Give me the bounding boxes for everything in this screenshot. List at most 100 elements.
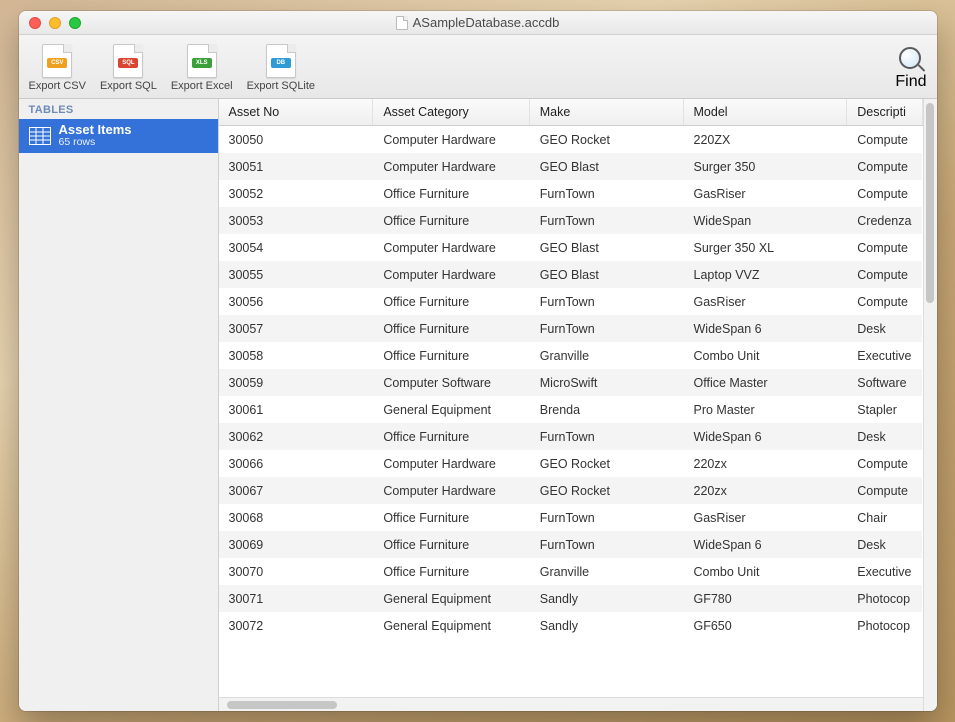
- table-cell: 30054: [219, 234, 373, 261]
- table-cell: Compute: [847, 153, 922, 180]
- horizontal-scrollbar-thumb[interactable]: [227, 701, 337, 709]
- table-cell: Office Furniture: [373, 558, 529, 585]
- export-sqlite-button[interactable]: DB Export SQLite: [247, 44, 315, 92]
- table-cell: Desk: [847, 423, 922, 450]
- app-window: ASampleDatabase.accdb CSV Export CSV SQL…: [19, 11, 937, 711]
- table-cell: Surger 350: [683, 153, 847, 180]
- table-cell: Sandly: [529, 612, 683, 639]
- table-cell: Surger 350 XL: [683, 234, 847, 261]
- table-cell: Executive: [847, 342, 922, 369]
- export-sqlite-label: Export SQLite: [247, 80, 315, 92]
- table-cell: Sandly: [529, 585, 683, 612]
- xls-file-icon: XLS: [187, 44, 217, 78]
- table-cell: 30066: [219, 450, 373, 477]
- table-row[interactable]: 30066Computer HardwareGEO Rocket220zxCom…: [219, 450, 923, 477]
- table-row[interactable]: 30059Computer SoftwareMicroSwiftOffice M…: [219, 369, 923, 396]
- table-cell: Office Master: [683, 369, 847, 396]
- column-header[interactable]: Model: [683, 99, 847, 126]
- table-cell: Brenda: [529, 396, 683, 423]
- table-cell: 30059: [219, 369, 373, 396]
- table-cell: Laptop VVZ: [683, 261, 847, 288]
- column-header[interactable]: Asset No: [219, 99, 373, 126]
- table-cell: GEO Blast: [529, 234, 683, 261]
- main-area: Asset NoAsset CategoryMakeModelDescripti…: [219, 99, 937, 711]
- table-icon: [29, 127, 51, 145]
- table-row[interactable]: 30050Computer HardwareGEO Rocket220ZXCom…: [219, 126, 923, 154]
- table-cell: Computer Hardware: [373, 153, 529, 180]
- table-cell: GasRiser: [683, 180, 847, 207]
- table-cell: Desk: [847, 531, 922, 558]
- table-cell: 30068: [219, 504, 373, 531]
- table-row[interactable]: 30054Computer HardwareGEO BlastSurger 35…: [219, 234, 923, 261]
- column-header[interactable]: Descripti: [847, 99, 922, 126]
- table-cell: 30062: [219, 423, 373, 450]
- table-cell: Desk: [847, 315, 922, 342]
- table-cell: Stapler: [847, 396, 922, 423]
- table-cell: WideSpan 6: [683, 423, 847, 450]
- table-row[interactable]: 30055Computer HardwareGEO BlastLaptop VV…: [219, 261, 923, 288]
- table-cell: General Equipment: [373, 612, 529, 639]
- table-row[interactable]: 30061General EquipmentBrendaPro MasterSt…: [219, 396, 923, 423]
- export-sql-label: Export SQL: [100, 80, 157, 92]
- export-excel-button[interactable]: XLS Export Excel: [171, 44, 233, 92]
- window-title: ASampleDatabase.accdb: [19, 15, 937, 30]
- table-cell: FurnTown: [529, 207, 683, 234]
- horizontal-scrollbar[interactable]: [219, 697, 923, 711]
- export-excel-label: Export Excel: [171, 80, 233, 92]
- table-cell: Compute: [847, 288, 922, 315]
- column-header[interactable]: Make: [529, 99, 683, 126]
- table-row[interactable]: 30068Office FurnitureFurnTownGasRiserCha…: [219, 504, 923, 531]
- table-cell: Combo Unit: [683, 558, 847, 585]
- table-cell: Compute: [847, 180, 922, 207]
- table-cell: Combo Unit: [683, 342, 847, 369]
- table-cell: 30072: [219, 612, 373, 639]
- table-row[interactable]: 30062Office FurnitureFurnTownWideSpan 6D…: [219, 423, 923, 450]
- table-cell: GasRiser: [683, 504, 847, 531]
- toolbar: CSV Export CSV SQL Export SQL XLS Export…: [19, 35, 937, 99]
- csv-file-icon: CSV: [42, 44, 72, 78]
- data-table-scroll[interactable]: Asset NoAsset CategoryMakeModelDescripti…: [219, 99, 923, 697]
- table-cell: Office Furniture: [373, 207, 529, 234]
- table-cell: 30067: [219, 477, 373, 504]
- table-cell: Office Furniture: [373, 288, 529, 315]
- table-row[interactable]: 30056Office FurnitureFurnTownGasRiserCom…: [219, 288, 923, 315]
- table-cell: Computer Hardware: [373, 126, 529, 154]
- table-cell: FurnTown: [529, 180, 683, 207]
- find-button[interactable]: Find: [895, 45, 926, 91]
- export-sql-button[interactable]: SQL Export SQL: [100, 44, 157, 92]
- column-header[interactable]: Asset Category: [373, 99, 529, 126]
- table-cell: 30053: [219, 207, 373, 234]
- table-cell: Credenza: [847, 207, 922, 234]
- vertical-scrollbar-thumb[interactable]: [926, 103, 934, 303]
- table-cell: FurnTown: [529, 288, 683, 315]
- table-cell: FurnTown: [529, 504, 683, 531]
- sidebar-table-asset-items[interactable]: Asset Items 65 rows: [19, 119, 218, 153]
- table-row[interactable]: 30069Office FurnitureFurnTownWideSpan 6D…: [219, 531, 923, 558]
- table-cell: 30069: [219, 531, 373, 558]
- export-csv-button[interactable]: CSV Export CSV: [29, 44, 86, 92]
- table-cell: Photocop: [847, 612, 922, 639]
- table-cell: 220zx: [683, 477, 847, 504]
- table-row[interactable]: 30052Office FurnitureFurnTownGasRiserCom…: [219, 180, 923, 207]
- table-cell: Software: [847, 369, 922, 396]
- table-cell: Computer Software: [373, 369, 529, 396]
- table-row[interactable]: 30051Computer HardwareGEO BlastSurger 35…: [219, 153, 923, 180]
- table-row[interactable]: 30058Office FurnitureGranvilleCombo Unit…: [219, 342, 923, 369]
- table-row[interactable]: 30067Computer HardwareGEO Rocket220zxCom…: [219, 477, 923, 504]
- table-cell: GF780: [683, 585, 847, 612]
- vertical-scrollbar[interactable]: [923, 99, 937, 711]
- table-row[interactable]: 30053Office FurnitureFurnTownWideSpanCre…: [219, 207, 923, 234]
- table-row[interactable]: 30070Office FurnitureGranvilleCombo Unit…: [219, 558, 923, 585]
- table-cell: GEO Blast: [529, 153, 683, 180]
- table-row[interactable]: 30072General EquipmentSandlyGF650Photoco…: [219, 612, 923, 639]
- minimize-window-button[interactable]: [49, 17, 61, 29]
- table-cell: Granville: [529, 558, 683, 585]
- table-cell: Office Furniture: [373, 315, 529, 342]
- table-row[interactable]: 30071General EquipmentSandlyGF780Photoco…: [219, 585, 923, 612]
- table-cell: Executive: [847, 558, 922, 585]
- table-row[interactable]: 30057Office FurnitureFurnTownWideSpan 6D…: [219, 315, 923, 342]
- zoom-window-button[interactable]: [69, 17, 81, 29]
- db-file-icon: DB: [266, 44, 296, 78]
- close-window-button[interactable]: [29, 17, 41, 29]
- export-csv-label: Export CSV: [29, 80, 86, 92]
